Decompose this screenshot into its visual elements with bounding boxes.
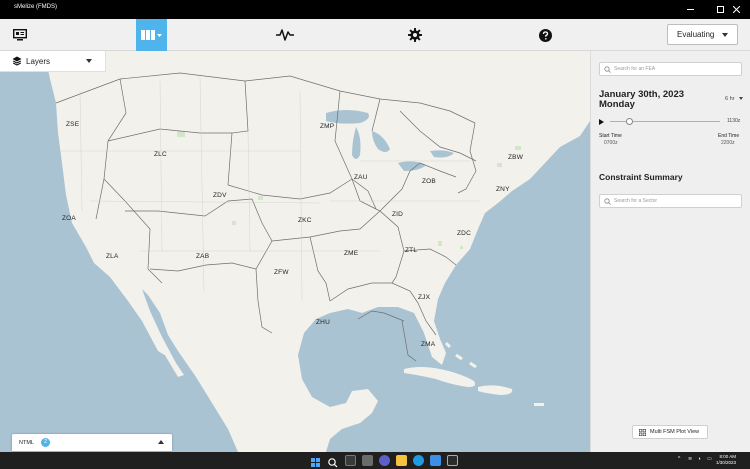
wifi-icon[interactable]: ≋: [688, 456, 692, 462]
land-cuba: [404, 367, 476, 387]
activity-button[interactable]: [272, 19, 298, 51]
ntml-drawer[interactable]: NTML 2: [12, 434, 172, 451]
multi-fsm-plot-button[interactable]: Multi FSM Plot View: [632, 425, 708, 439]
zone-label[interactable]: ZOA: [62, 215, 76, 222]
map-canvas: [0, 51, 590, 452]
sector-search-input[interactable]: Search for a Sector: [599, 194, 742, 208]
taskbar-search-icon[interactable]: [327, 455, 338, 468]
widgets-icon[interactable]: [362, 455, 373, 466]
end-time-value: 2200z: [721, 140, 735, 146]
zone-label[interactable]: ZNY: [496, 186, 510, 193]
monitor-button[interactable]: [8, 19, 32, 51]
play-icon[interactable]: [599, 119, 604, 125]
system-clock[interactable]: 8:00 AM 1/30/2023: [716, 454, 736, 466]
land-bahamas: [444, 341, 477, 369]
ntml-label: NTML: [19, 439, 34, 446]
activity-pulse-icon: [276, 29, 294, 41]
search-icon: [604, 66, 611, 73]
end-time-label: End Time: [718, 133, 740, 139]
zone-label[interactable]: ZAU: [354, 174, 368, 181]
zone-label[interactable]: ZDV: [213, 192, 227, 199]
time-slider-handle[interactable]: [626, 118, 633, 125]
sector-search-placeholder: Search for a Sector: [614, 198, 658, 204]
grid-icon: [639, 429, 646, 436]
layers-dropdown[interactable]: Layers: [0, 51, 106, 72]
store-icon[interactable]: [430, 455, 441, 466]
chevron-up-icon[interactable]: ^: [678, 456, 680, 462]
edge-browser-icon[interactable]: [413, 455, 424, 466]
airspace-map[interactable]: ZSE ZLC ZMP ZAU ZOB ZBW ZNY ZDV ZOA ZKC …: [0, 51, 590, 452]
start-time-value: 0700z: [604, 140, 618, 146]
layers-icon: [12, 56, 22, 66]
clock-date: 1/30/2023: [716, 460, 737, 465]
fea-search-placeholder: Search for an FEA: [614, 66, 656, 72]
settings-button[interactable]: [403, 19, 427, 51]
app-icon[interactable]: [447, 455, 458, 466]
help-circle-icon: [538, 28, 552, 42]
chevron-down-icon: [722, 33, 728, 37]
zone-label[interactable]: ZMA: [421, 341, 435, 348]
slider-end-label: 1130z: [727, 118, 741, 124]
right-panel: Search for an FEA January 30th, 2023 Mon…: [590, 51, 750, 452]
window-title: sMelize (FMDS): [14, 4, 57, 10]
zone-label[interactable]: ZID: [392, 211, 403, 218]
map-view-button[interactable]: [136, 19, 167, 51]
time-range-value: 6 hr: [725, 96, 735, 102]
zone-label[interactable]: ZBW: [508, 154, 523, 161]
main-toolbar: Evaluating: [0, 19, 750, 51]
zone-label[interactable]: ZLA: [106, 253, 119, 260]
chevron-up-icon: [158, 440, 164, 444]
start-menu-icon[interactable]: [310, 455, 321, 467]
help-button[interactable]: [533, 19, 557, 51]
zone-label[interactable]: ZAB: [196, 253, 209, 260]
search-icon: [604, 198, 611, 205]
start-time-label: Start Time: [599, 133, 622, 139]
task-view-icon[interactable]: [345, 455, 356, 466]
battery-icon[interactable]: ▭: [707, 456, 712, 462]
chevron-down-icon: [86, 59, 92, 63]
volume-icon[interactable]: ◖: [698, 456, 701, 462]
zone-label[interactable]: ZLC: [154, 151, 167, 158]
minimize-button[interactable]: [675, 0, 705, 19]
zone-label[interactable]: ZTL: [405, 247, 417, 254]
multi-fsm-plot-label: Multi FSM Plot View: [650, 429, 700, 435]
land-hispaniola: [478, 385, 513, 395]
mode-select[interactable]: Evaluating: [667, 24, 738, 45]
window-title-bar: sMelize (FMDS): [0, 0, 750, 19]
zone-label[interactable]: ZHU: [316, 319, 330, 326]
selected-weekday: Monday: [599, 99, 635, 110]
time-range-select[interactable]: 6 hr: [725, 96, 744, 102]
chat-icon[interactable]: [379, 455, 390, 466]
file-explorer-icon[interactable]: [396, 455, 407, 466]
zone-label[interactable]: ZMP: [320, 123, 334, 130]
layers-label: Layers: [26, 56, 51, 66]
zone-label[interactable]: ZJX: [418, 294, 430, 301]
close-button[interactable]: [722, 0, 750, 19]
zone-label[interactable]: ZSE: [66, 121, 79, 128]
close-icon: [732, 6, 740, 13]
gear-icon: [408, 28, 422, 42]
ntml-count-badge: 2: [40, 438, 50, 447]
minimize-icon: [686, 9, 694, 10]
monitor-icon: [13, 29, 27, 41]
os-taskbar: ^ ≋ ◖ ▭ 8:00 AM 1/30/2023: [0, 452, 750, 469]
mode-select-value: Evaluating: [677, 30, 715, 39]
zone-label[interactable]: ZFW: [274, 269, 289, 276]
zone-label[interactable]: ZOB: [422, 178, 436, 185]
zone-label[interactable]: ZDC: [457, 230, 471, 237]
land-puerto-rico: [534, 403, 544, 406]
zone-label[interactable]: ZKC: [298, 217, 312, 224]
constraint-summary-title: Constraint Summary: [599, 172, 683, 182]
zone-label[interactable]: ZME: [344, 250, 358, 257]
map-columns-icon: [140, 30, 162, 40]
fea-search-input[interactable]: Search for an FEA: [599, 62, 742, 76]
chevron-down-icon: [739, 97, 744, 101]
